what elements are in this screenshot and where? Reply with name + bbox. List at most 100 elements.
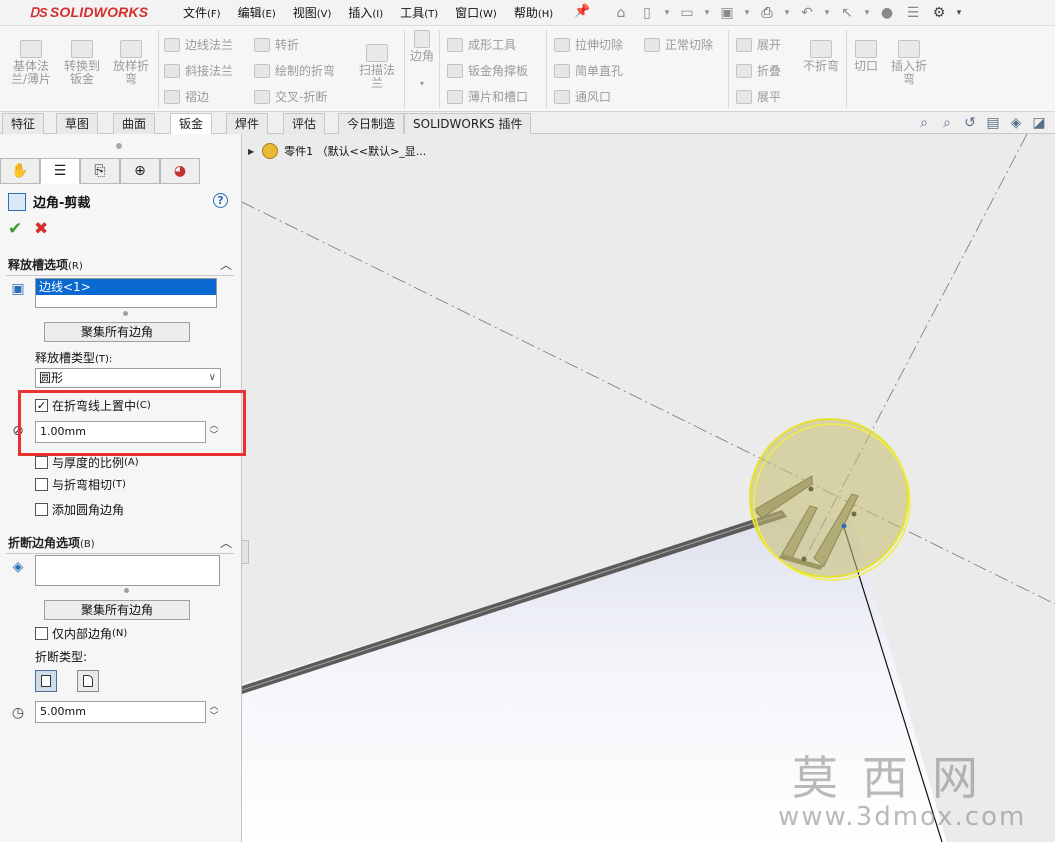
ratio-to-thickness-checkbox[interactable]: 与厚度的比例 (A) bbox=[35, 454, 139, 471]
file-properties-icon[interactable]: ☰ bbox=[902, 3, 924, 23]
tab-mbd[interactable]: 今日制造 bbox=[338, 113, 405, 134]
view-orientation-icon[interactable]: ◪ bbox=[1029, 114, 1049, 132]
cross-break-button[interactable]: 交叉-折断 bbox=[254, 88, 327, 105]
flatten-button[interactable]: 展平 bbox=[736, 88, 781, 105]
dynamic-annotation-icon[interactable]: ◈ bbox=[1006, 114, 1026, 132]
corner-edges-list[interactable]: 边线<1> bbox=[35, 278, 217, 308]
tab-solidworks-addins[interactable]: SOLIDWORKS 插件 bbox=[404, 113, 532, 134]
forming-tool-button[interactable]: 成形工具 bbox=[447, 36, 516, 53]
gusset-button[interactable]: 钣金角撑板 bbox=[447, 62, 528, 79]
base-flange-button[interactable]: 基体法 兰/薄片 bbox=[8, 40, 54, 86]
relief-type-select[interactable]: 圆形 ∨ bbox=[35, 368, 221, 388]
zoom-to-fit-icon[interactable]: ⌕ bbox=[914, 114, 934, 132]
expand-arrow-icon[interactable]: ▶ bbox=[248, 147, 254, 156]
menu-tools[interactable]: 工具(T) bbox=[400, 4, 438, 21]
edge-flange-button[interactable]: 边线法兰 bbox=[164, 36, 233, 53]
graphics-area[interactable]: ▶ 零件1 （默认<<默认>_显... 莫西网 www.3dmox.com bbox=[242, 134, 1055, 842]
ok-button[interactable]: ✔ bbox=[8, 219, 22, 239]
chevron-down-icon[interactable]: ▾ bbox=[407, 77, 437, 90]
swept-flange-button[interactable]: 扫描法 兰 bbox=[354, 44, 400, 90]
configuration-manager-tab[interactable]: ⎘ bbox=[80, 158, 120, 184]
gear-icon[interactable]: ⚙ bbox=[928, 3, 950, 23]
help-icon[interactable]: ? bbox=[213, 193, 228, 208]
tab-sketch[interactable]: 草图 bbox=[56, 113, 99, 134]
feature-manager-tab[interactable]: ✋ bbox=[0, 158, 40, 184]
section-view-icon[interactable]: ▤ bbox=[983, 114, 1003, 132]
solidworks-logo[interactable]: ᎠS SOLIDWORKS bbox=[30, 4, 148, 21]
break-corner-options-header[interactable]: 折断边角选项(B) ︿ bbox=[0, 530, 242, 554]
list-resize-handle[interactable] bbox=[124, 588, 129, 593]
collect-all-corners-button-2[interactable]: 聚集所有边角 bbox=[44, 600, 190, 620]
break-distance-spinner[interactable]: ︿ ﹀ bbox=[209, 702, 219, 722]
panel-collapse-handle[interactable] bbox=[242, 540, 249, 564]
hem-button[interactable]: 褶边 bbox=[164, 88, 209, 105]
chevron-down-icon[interactable]: ▾ bbox=[702, 3, 712, 23]
chevron-up-icon[interactable]: ︿ bbox=[220, 256, 232, 273]
relief-options-header[interactable]: 释放槽选项(R) ︿ bbox=[0, 252, 242, 276]
print-icon[interactable]: ⎙ bbox=[756, 3, 778, 23]
undo-icon[interactable]: ↶ bbox=[796, 3, 818, 23]
internal-corners-only-checkbox[interactable]: 仅内部边角 (N) bbox=[35, 625, 127, 642]
zoom-to-area-icon[interactable]: ⌕ bbox=[937, 114, 957, 132]
break-corner-edges-list[interactable] bbox=[35, 555, 220, 586]
chevron-down-icon[interactable]: ▾ bbox=[662, 3, 672, 23]
chevron-down-icon[interactable]: ▾ bbox=[782, 3, 792, 23]
rip-button[interactable]: 切口 bbox=[850, 40, 882, 73]
panel-grip-icon[interactable] bbox=[116, 143, 122, 149]
tab-sheet-metal[interactable]: 钣金 bbox=[170, 113, 213, 135]
previous-view-icon[interactable]: ↺ bbox=[960, 114, 980, 132]
menu-file[interactable]: 文件(F) bbox=[183, 4, 221, 21]
save-icon[interactable]: ▣ bbox=[716, 3, 738, 23]
chevron-down-icon[interactable]: ▾ bbox=[862, 3, 872, 23]
sketched-bend-button[interactable]: 绘制的折弯 bbox=[254, 62, 335, 79]
cross-break-label: 交叉-折断 bbox=[275, 90, 328, 104]
select-cursor-icon[interactable]: ↖ bbox=[836, 3, 858, 23]
collect-all-corners-button[interactable]: 聚集所有边角 bbox=[44, 322, 190, 342]
corners-button[interactable]: 边角 ▾ bbox=[407, 30, 437, 90]
break-distance-input[interactable]: 5.00mm bbox=[35, 701, 206, 723]
list-item[interactable]: 边线<1> bbox=[36, 279, 216, 295]
chevron-up-icon[interactable]: ︿ bbox=[220, 534, 232, 551]
menu-view[interactable]: 视图(V) bbox=[293, 4, 332, 21]
miter-flange-button[interactable]: 斜接法兰 bbox=[164, 62, 233, 79]
display-manager-tab[interactable]: ◕ bbox=[160, 158, 200, 184]
menu-help[interactable]: 帮助(H) bbox=[514, 4, 553, 21]
insert-bends-button[interactable]: 插入折 弯 bbox=[886, 40, 932, 86]
tab-weldments[interactable]: 焊件 bbox=[226, 113, 269, 134]
tangent-to-bend-checkbox[interactable]: 与折弯相切 (T) bbox=[35, 476, 126, 493]
pin-icon[interactable]: 📌 bbox=[574, 4, 590, 19]
lofted-bend-button[interactable]: 放样折 弯 bbox=[108, 40, 154, 86]
tab-surfaces[interactable]: 曲面 bbox=[113, 113, 156, 134]
tab-and-slot-button[interactable]: 薄片和槽口 bbox=[447, 88, 528, 105]
rebuild-icon[interactable]: ● bbox=[876, 3, 898, 23]
vent-button[interactable]: 通风口 bbox=[554, 88, 611, 105]
cancel-button[interactable]: ✖ bbox=[34, 219, 48, 239]
chamfer-type-button[interactable] bbox=[35, 670, 57, 692]
tab-features[interactable]: 特征 bbox=[2, 113, 45, 134]
chevron-down-icon[interactable]: ▾ bbox=[954, 3, 964, 23]
chevron-down-icon[interactable]: ▾ bbox=[742, 3, 752, 23]
property-manager-tab[interactable]: ☰ bbox=[40, 158, 80, 184]
tab-evaluate[interactable]: 评估 bbox=[283, 113, 326, 134]
add-fillet-corners-checkbox[interactable]: 添加圆角边角 bbox=[35, 501, 124, 518]
normal-cut-button[interactable]: 正常切除 bbox=[644, 36, 713, 53]
menu-window[interactable]: 窗口(W) bbox=[455, 4, 497, 21]
jog-button[interactable]: 转折 bbox=[254, 36, 299, 53]
home-icon[interactable]: ⌂ bbox=[610, 3, 632, 23]
simple-hole-button[interactable]: 简单直孔 bbox=[554, 62, 623, 79]
fillet-type-button[interactable] bbox=[77, 670, 99, 692]
menu-insert[interactable]: 插入(I) bbox=[348, 4, 383, 21]
chevron-down-icon[interactable]: ▾ bbox=[822, 3, 832, 23]
fold-button[interactable]: 折叠 bbox=[736, 62, 781, 79]
no-bends-button[interactable]: 不折弯 bbox=[800, 40, 842, 73]
open-folder-icon[interactable]: ▭ bbox=[676, 3, 698, 23]
unfold-button[interactable]: 展开 bbox=[736, 36, 781, 53]
list-resize-handle[interactable] bbox=[123, 311, 128, 316]
new-document-icon[interactable]: ▯ bbox=[636, 3, 658, 23]
dimxpert-manager-tab[interactable]: ⊕ bbox=[120, 158, 160, 184]
menu-edit[interactable]: 编辑(E) bbox=[238, 4, 276, 21]
extruded-cut-button[interactable]: 拉伸切除 bbox=[554, 36, 623, 53]
feature-tree-flyout[interactable]: ▶ 零件1 （默认<<默认>_显... bbox=[248, 143, 426, 159]
convert-to-sheet-metal-button[interactable]: 转换到 钣金 bbox=[59, 40, 105, 86]
configuration-icon: ⎘ bbox=[94, 163, 106, 179]
